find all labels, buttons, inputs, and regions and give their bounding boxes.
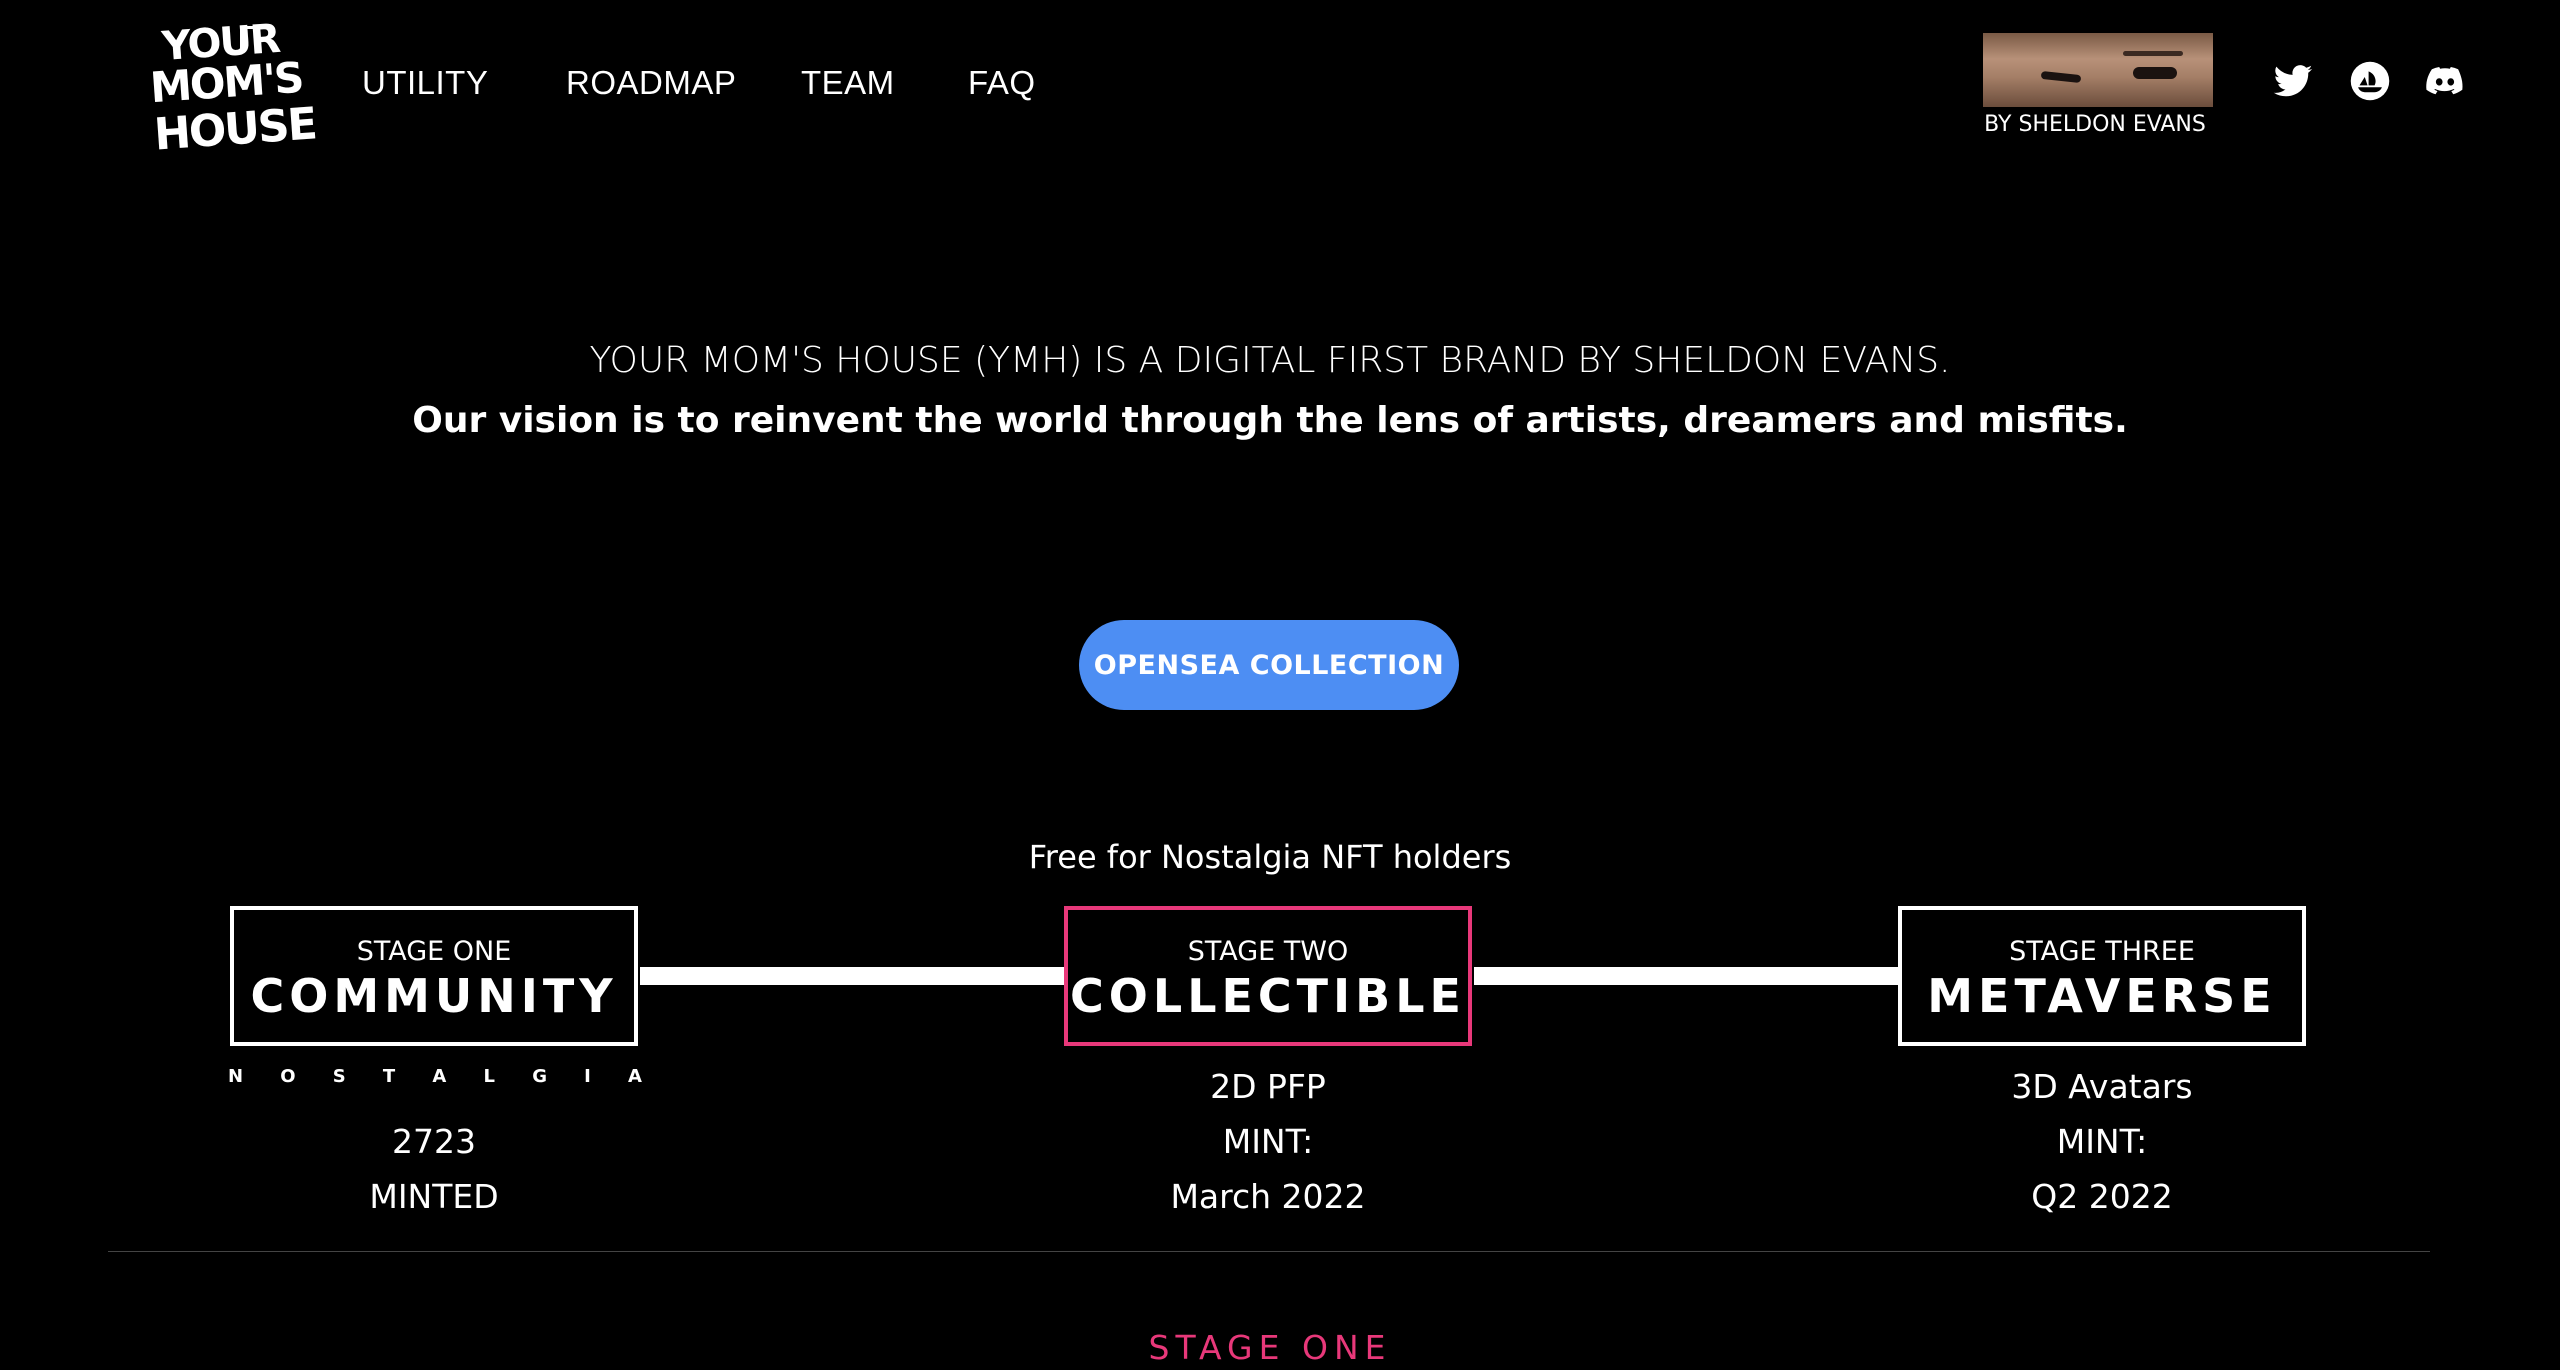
logo-door-icon — [240, 26, 260, 53]
stage-one-status: MINTED — [369, 1177, 499, 1216]
stage-one-card[interactable]: STAGE ONE COMMUNITY — [230, 906, 638, 1046]
section-heading-stage-one: STAGE ONE — [1148, 1328, 1392, 1367]
portrait-eye-left — [2040, 70, 2082, 84]
section-divider — [108, 1251, 2430, 1252]
free-for-holders-note: Free for Nostalgia NFT holders — [1028, 838, 1512, 876]
stage-connector-2 — [1474, 967, 1900, 985]
nav-roadmap[interactable]: ROADMAP — [566, 64, 736, 102]
twitter-link[interactable] — [2272, 60, 2314, 102]
stage-one-title: COMMUNITY — [250, 969, 618, 1023]
nostalgia-letter: T — [382, 1066, 396, 1087]
logo-line-3: HOUSE — [152, 98, 318, 161]
stage-three-mint-date: Q2 2022 — [2031, 1177, 2173, 1216]
opensea-icon — [2350, 61, 2390, 101]
stage-three-title: METAVERSE — [1927, 969, 2277, 1023]
nav-team[interactable]: TEAM — [801, 64, 895, 102]
stage-three-label: STAGE THREE — [2009, 936, 2195, 967]
brand-tagline: YOUR MOM'S HOUSE (YMH) IS A DIGITAL FIRS… — [589, 340, 1951, 381]
stage-one-count: 2723 — [392, 1122, 476, 1161]
stage-three-card[interactable]: STAGE THREE METAVERSE — [1898, 906, 2306, 1046]
stage-three-product: 3D Avatars — [2011, 1067, 2193, 1106]
stage-one-info: 2723 MINTED — [230, 1114, 638, 1224]
stage-two-mint-label: MINT: — [1222, 1122, 1314, 1161]
portrait-eye-right — [2133, 67, 2177, 79]
nostalgia-letter: L — [483, 1066, 495, 1087]
stage-two-product: 2D PFP — [1210, 1067, 1326, 1106]
stage-two-info: 2D PFP MINT: March 2022 — [1064, 1059, 1472, 1224]
nostalgia-letter: O — [280, 1066, 296, 1087]
stage-three-mint-label: MINT: — [2056, 1122, 2148, 1161]
nostalgia-letter: G — [532, 1066, 547, 1087]
opensea-collection-button[interactable]: OPENSEA COLLECTION — [1079, 620, 1459, 710]
stage-two-label: STAGE TWO — [1187, 936, 1349, 967]
stage-one-label: STAGE ONE — [356, 936, 512, 967]
nostalgia-badge: N O S T A L G I A — [228, 1066, 642, 1087]
twitter-icon — [2273, 65, 2313, 97]
discord-icon — [2426, 67, 2463, 95]
stage-two-card[interactable]: STAGE TWO COLLECTIBLE — [1064, 906, 1472, 1046]
nostalgia-letter: A — [628, 1066, 642, 1087]
stage-connector-1 — [640, 967, 1066, 985]
creator-portrait — [1983, 33, 2213, 107]
nav-utility[interactable]: UTILITY — [362, 64, 488, 102]
nostalgia-letter: I — [584, 1066, 591, 1087]
nav-faq[interactable]: FAQ — [968, 64, 1036, 102]
discord-link[interactable] — [2424, 60, 2466, 102]
brand-logo[interactable]: YOUR MOM'S HOUSE — [148, 8, 317, 161]
stage-three-info: 3D Avatars MINT: Q2 2022 — [1898, 1059, 2306, 1224]
portrait-brow — [2123, 51, 2183, 56]
creator-byline: BY SHELDON EVANS — [1984, 112, 2206, 137]
opensea-link[interactable] — [2349, 60, 2391, 102]
stage-two-title: COLLECTIBLE — [1070, 969, 1466, 1023]
nostalgia-letter: S — [332, 1066, 346, 1087]
nostalgia-letter: A — [432, 1066, 447, 1087]
brand-vision: Our vision is to reinvent the world thro… — [412, 400, 2128, 441]
stage-two-mint-date: March 2022 — [1170, 1177, 1366, 1216]
nostalgia-letter: N — [228, 1066, 244, 1087]
